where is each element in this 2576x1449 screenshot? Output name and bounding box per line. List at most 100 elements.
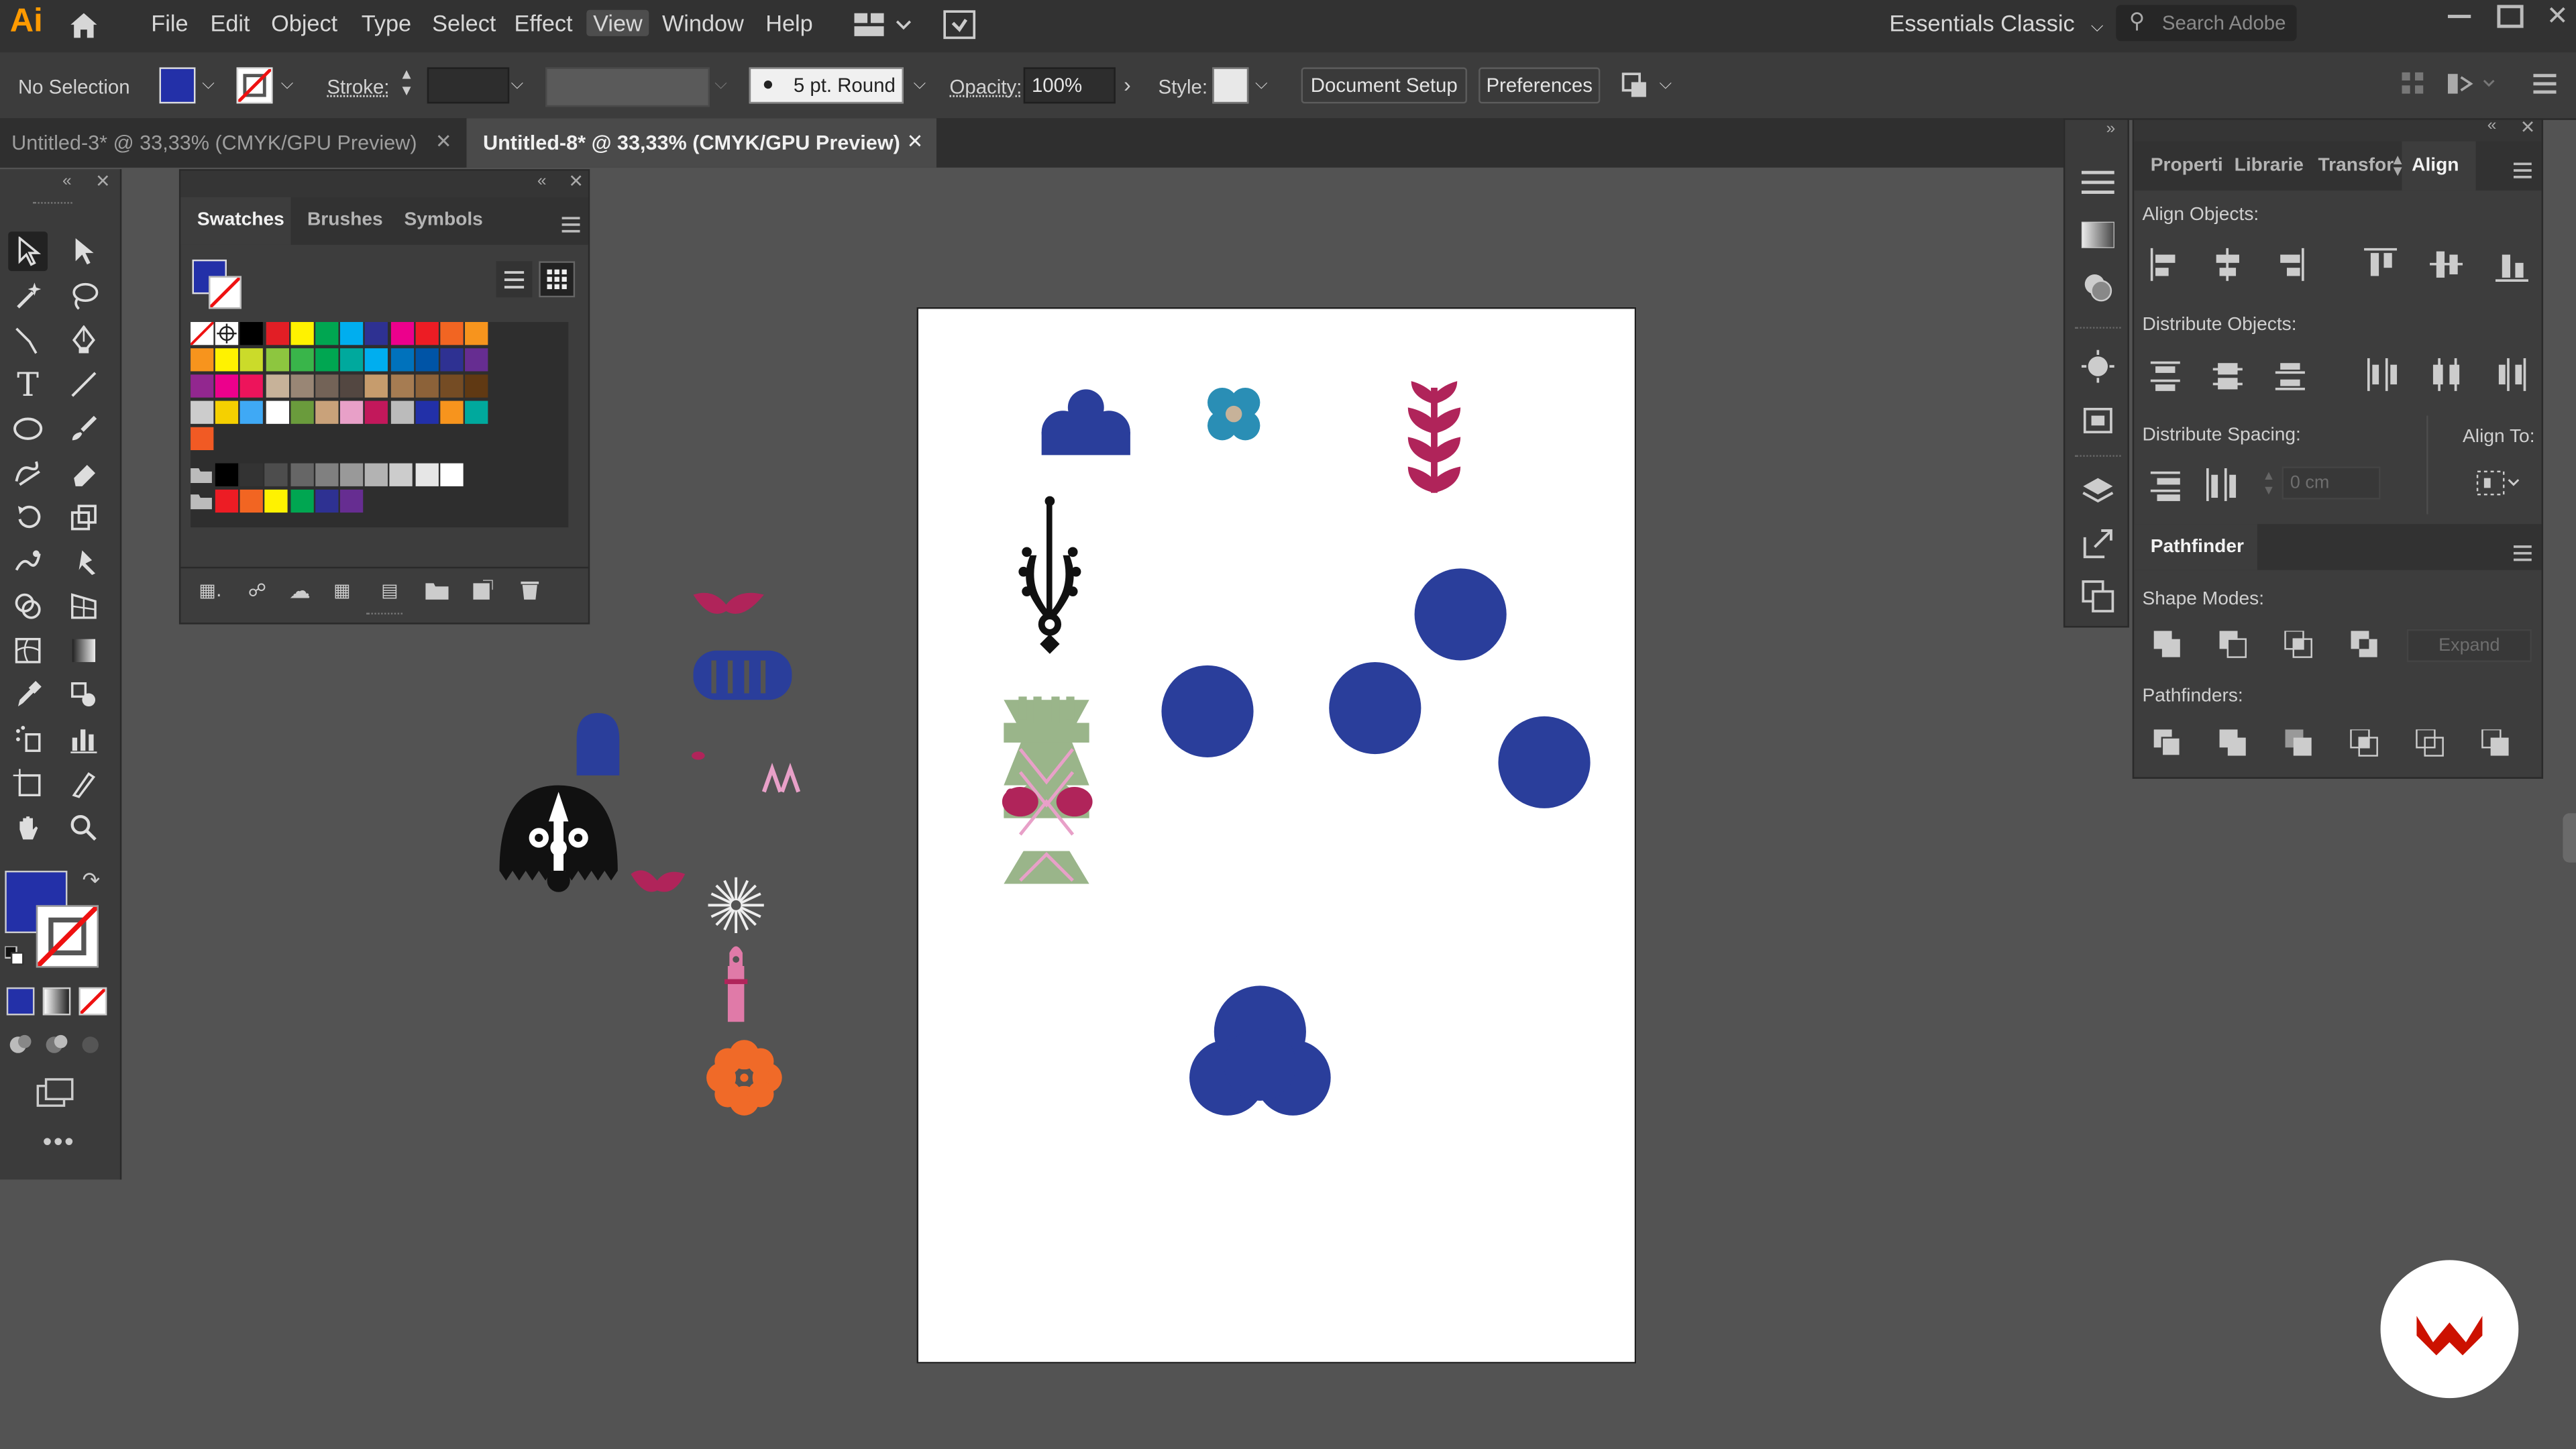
color-swatch[interactable] [240, 374, 264, 398]
menu-file[interactable]: File [151, 10, 188, 36]
gray-swatch[interactable] [315, 463, 338, 486]
stroke-preview-swatch[interactable] [209, 276, 242, 309]
align-to-selection-icon[interactable] [2476, 468, 2522, 506]
slice-tool-icon[interactable] [64, 764, 104, 804]
color-swatch[interactable] [340, 348, 364, 372]
shaper-tool-icon[interactable] [8, 453, 48, 493]
type-tool-icon[interactable]: T [8, 365, 48, 405]
tab-untitled-3[interactable]: Untitled-3* @ 33,33% (CMYK/GPU Preview) … [0, 118, 466, 168]
gray-swatch[interactable] [240, 463, 264, 486]
panel-menu-icon[interactable] [561, 212, 580, 241]
tab-swatches[interactable]: Swatches [197, 210, 284, 229]
artboards-panel-icon[interactable] [2082, 580, 2114, 621]
gray-swatch[interactable] [339, 463, 364, 486]
show-swatch-kinds-icon[interactable]: ☍ [248, 580, 266, 601]
rotate-tool-icon[interactable] [8, 498, 48, 537]
pattern-swatch[interactable] [365, 400, 388, 424]
align-grid-icon[interactable] [2402, 72, 2424, 104]
stroke-color-swatch[interactable] [236, 67, 273, 104]
zoom-tool-icon[interactable] [64, 808, 104, 848]
color-swatch[interactable] [465, 322, 488, 345]
color-swatch[interactable] [365, 322, 388, 345]
color-swatch[interactable] [191, 348, 214, 372]
mesh-tool-icon[interactable] [8, 631, 48, 670]
tab-properties[interactable]: Properti [2151, 156, 2223, 176]
menu-edit[interactable]: Edit [210, 10, 250, 36]
menu-effect[interactable]: Effect [515, 10, 573, 36]
layers-panel-icon[interactable] [2082, 475, 2114, 516]
group-color-swatch[interactable] [215, 489, 239, 513]
pen-tool-icon[interactable] [64, 321, 104, 360]
color-swatch[interactable] [365, 348, 388, 372]
puppet-warp-tool-icon[interactable] [64, 542, 104, 582]
pattern-swatch[interactable] [191, 400, 214, 424]
vertical-scrollbar[interactable] [2563, 813, 2576, 863]
close-panel-icon[interactable]: ✕ [568, 171, 584, 192]
default-fill-stroke-icon[interactable] [4, 945, 24, 974]
tab-symbols[interactable]: Symbols [404, 210, 482, 229]
color-swatch[interactable] [340, 322, 364, 345]
home-icon[interactable] [67, 10, 100, 48]
paintbrush-tool-icon[interactable] [64, 409, 104, 449]
color-swatch[interactable] [265, 374, 289, 398]
lasso-tool-icon[interactable] [64, 276, 104, 315]
stroke-swatch[interactable] [36, 905, 99, 968]
swap-fill-stroke-icon[interactable]: ↷ [82, 867, 100, 894]
gray-swatch[interactable] [290, 463, 313, 486]
expand-button[interactable]: Expand [2406, 629, 2532, 662]
variable-width-profile[interactable] [545, 67, 710, 107]
stroke-weight-chevron-icon[interactable]: ⌵ [511, 76, 524, 94]
gpu-performance-icon[interactable] [943, 10, 976, 48]
new-color-group-icon[interactable]: ▤ [381, 580, 398, 601]
pattern-swatch[interactable] [240, 400, 264, 424]
collapse-icon[interactable]: « [62, 172, 72, 191]
menu-help[interactable]: Help [765, 10, 813, 36]
transform-options-icon[interactable] [2447, 70, 2497, 105]
menu-object[interactable]: Object [271, 10, 337, 36]
group-color-swatch[interactable] [265, 489, 288, 513]
eraser-tool-icon[interactable] [64, 453, 104, 493]
gray-swatch[interactable] [415, 463, 438, 486]
color-swatch[interactable] [315, 348, 339, 372]
close-panel-icon[interactable]: ✕ [2520, 117, 2536, 138]
color-swatch[interactable] [390, 374, 414, 398]
line-tool-icon[interactable] [64, 365, 104, 405]
menu-select[interactable]: Select [432, 10, 496, 36]
export-panel-icon[interactable] [2082, 527, 2114, 568]
stroke-chevron-icon[interactable]: ⌵ [281, 76, 294, 94]
restore-icon[interactable] [2497, 5, 2524, 28]
arrange-chevron-icon[interactable]: ⌵ [1659, 76, 1672, 94]
style-chevron-icon[interactable]: ⌵ [1255, 76, 1268, 94]
color-swatch[interactable] [315, 322, 339, 345]
tab-pathfinder[interactable]: Pathfinder [2151, 537, 2244, 557]
menu-type[interactable]: Type [362, 10, 411, 36]
registration-swatch[interactable] [215, 322, 239, 345]
color-mode-icon[interactable] [6, 987, 35, 1016]
color-swatch[interactable] [415, 322, 439, 345]
tab-overflow-icon[interactable]: ▲ ▼ [2390, 152, 2405, 178]
pattern-swatch[interactable] [265, 400, 289, 424]
pattern-swatch[interactable] [215, 400, 239, 424]
tab-brushes[interactable]: Brushes [307, 210, 383, 229]
swatch-libraries-icon[interactable]: ▦․ [199, 580, 221, 601]
search-input[interactable]: Search Adobe [2162, 11, 2286, 34]
swatch-options-icon[interactable]: ▦ [333, 580, 350, 601]
selection-tool-icon[interactable] [8, 231, 48, 272]
pathfinder-menu-icon[interactable] [2513, 541, 2532, 570]
ellipse-tool-icon[interactable] [8, 409, 48, 449]
fill-color-swatch[interactable] [159, 67, 196, 104]
pattern-swatch[interactable] [390, 400, 414, 424]
document-setup-button[interactable]: Document Setup [1301, 67, 1467, 104]
color-swatch[interactable] [215, 374, 239, 398]
group-color-swatch[interactable] [339, 489, 364, 513]
symbols-panel-icon[interactable] [2081, 350, 2114, 391]
expand-icon[interactable]: » [2106, 120, 2116, 138]
magic-wand-tool-icon[interactable] [8, 276, 48, 315]
brush-chevron-icon[interactable]: ⌵ [914, 76, 926, 94]
collapse-icon[interactable]: « [2487, 117, 2497, 135]
more-tools-icon[interactable]: ••• [43, 1128, 76, 1158]
color-swatch[interactable] [440, 374, 464, 398]
collapse-icon[interactable]: « [537, 172, 547, 191]
menu-window[interactable]: Window [662, 10, 744, 36]
color-swatch[interactable] [315, 374, 339, 398]
